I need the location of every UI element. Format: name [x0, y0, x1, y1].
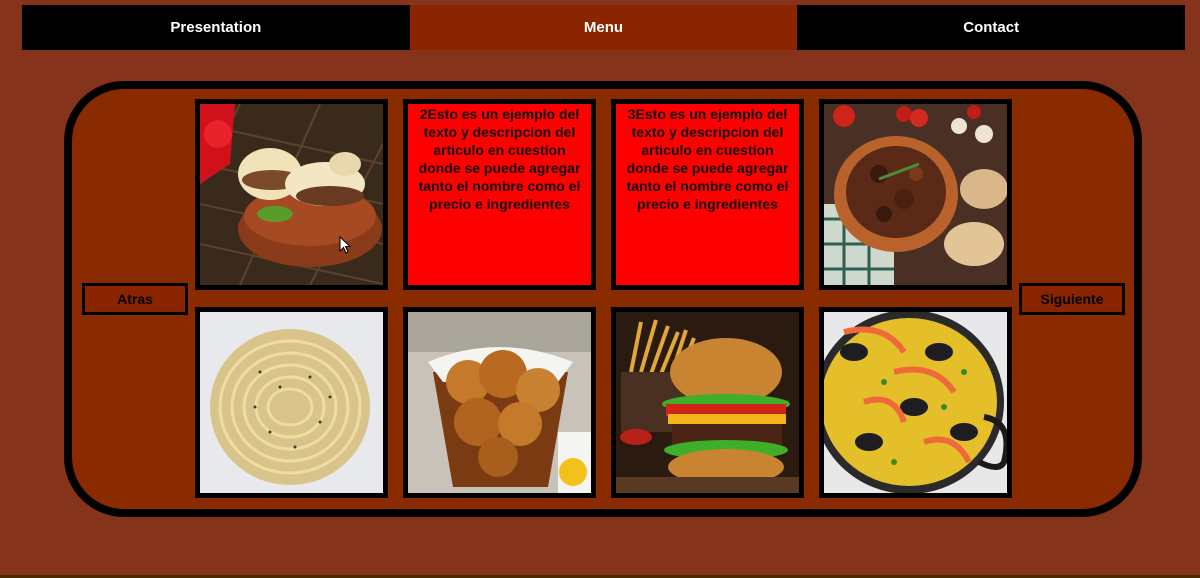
paella-image — [824, 312, 1007, 493]
menu-item-description[interactable]: 2Esto es un ejemplo del texto y descripc… — [403, 99, 596, 290]
menu-item-image-arepa[interactable] — [195, 99, 388, 290]
fried-chicken-image — [408, 312, 591, 493]
spaghetti-image — [200, 312, 383, 493]
menu-item-image-stew[interactable] — [819, 99, 1012, 290]
menu-item-image-paella[interactable] — [819, 307, 1012, 498]
nav-contact[interactable]: Contact — [797, 5, 1186, 50]
next-button[interactable]: Siguiente — [1019, 283, 1125, 315]
menu-item-image-spaghetti[interactable] — [195, 307, 388, 498]
menu-item-image-burger[interactable] — [611, 307, 804, 498]
arepa-image — [200, 104, 383, 285]
item-description-text: 2Esto es un ejemplo del texto y descripc… — [418, 106, 581, 212]
menu-item-image-fried-chicken[interactable] — [403, 307, 596, 498]
burger-image — [616, 312, 799, 493]
beef-stew-image — [824, 104, 1007, 285]
nav-presentation[interactable]: Presentation — [22, 5, 410, 50]
item-description-text: 3Esto es un ejemplo del texto y descripc… — [626, 106, 789, 212]
mouse-cursor-icon — [339, 236, 351, 254]
menu-item-description[interactable]: 3Esto es un ejemplo del texto y descripc… — [611, 99, 804, 290]
prev-button[interactable]: Atras — [82, 283, 188, 315]
top-nav: Presentation Menu Contact — [22, 5, 1186, 50]
nav-menu[interactable]: Menu — [409, 5, 798, 50]
